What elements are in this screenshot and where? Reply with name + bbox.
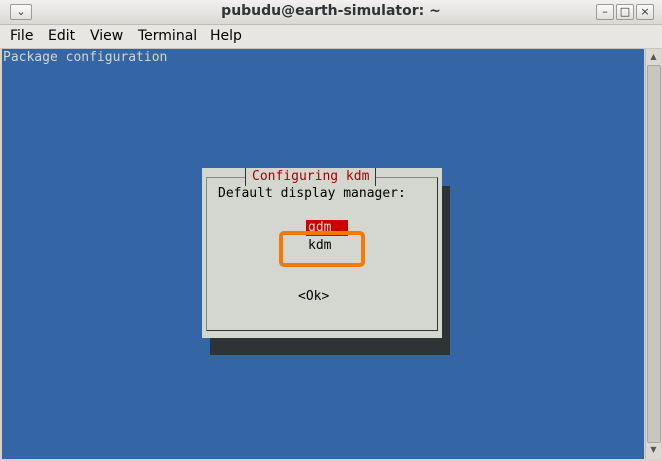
vertical-scrollbar[interactable]: ▲ ▼ <box>645 49 661 459</box>
annotation-highlight-box <box>279 231 365 267</box>
title-bar[interactable]: ⌄ pubudu@earth-simulator: ~ – □ × <box>0 0 662 25</box>
menu-file[interactable]: File <box>10 28 33 44</box>
maximize-button[interactable]: □ <box>616 4 634 20</box>
dialog-title: Configuring kdm <box>245 168 377 186</box>
minimize-button[interactable]: – <box>596 4 614 20</box>
window-title: pubudu@earth-simulator: ~ <box>221 3 441 19</box>
ok-button[interactable]: <Ok> <box>298 289 329 304</box>
dialog-prompt: Default display manager: <box>218 186 406 201</box>
maximize-icon: □ <box>619 5 631 18</box>
scroll-thumb[interactable] <box>647 65 661 443</box>
menu-bar: File Edit View Terminal Help <box>0 25 662 49</box>
menu-terminal[interactable]: Terminal <box>138 28 197 44</box>
menu-help[interactable]: Help <box>210 28 242 44</box>
minimize-icon: – <box>602 5 608 18</box>
menu-view[interactable]: View <box>90 28 123 44</box>
terminal-header-text: Package configuration <box>3 50 168 65</box>
menu-edit[interactable]: Edit <box>48 28 75 44</box>
close-button[interactable]: × <box>636 4 654 20</box>
close-icon: × <box>640 5 650 18</box>
scroll-up-icon[interactable]: ▲ <box>646 50 661 64</box>
scroll-down-icon[interactable]: ▼ <box>646 443 661 457</box>
